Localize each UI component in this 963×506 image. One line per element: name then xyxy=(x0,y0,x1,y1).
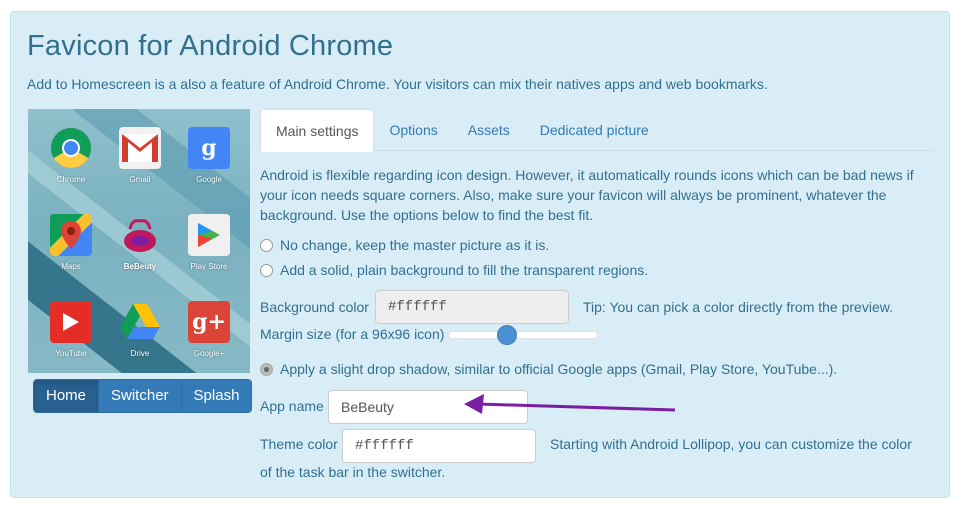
app-youtube: YouTube xyxy=(36,301,106,358)
app-maps: Maps xyxy=(36,214,106,271)
app-label: Drive xyxy=(130,349,150,358)
app-label: YouTube xyxy=(55,349,87,358)
drop-shadow-checkbox[interactable] xyxy=(260,362,273,376)
app-name-label: App name xyxy=(260,398,324,414)
app-chrome: Chrome xyxy=(36,127,106,184)
background-color-input[interactable]: #ffffff xyxy=(375,290,569,324)
option-no-change[interactable]: No change, keep the master picture as it… xyxy=(260,237,549,253)
app-gmail: Gmail xyxy=(105,127,175,184)
google-plus-icon: g+ xyxy=(188,301,230,343)
option-label: Add a solid, plain background to fill th… xyxy=(280,262,649,278)
app-label: Google+ xyxy=(193,349,225,358)
background-color-tip: Tip: You can pick a color directly from … xyxy=(583,299,893,315)
theme-color-label: Theme color xyxy=(260,436,338,452)
android-chrome-panel: Favicon for Android Chrome Add to Homesc… xyxy=(10,11,950,498)
tab-options[interactable]: Options xyxy=(374,109,452,151)
settings-tabs: Main settings Options Assets Dedicated p… xyxy=(260,109,933,152)
app-label: BeBeuty xyxy=(123,262,157,271)
option-label: No change, keep the master picture as it… xyxy=(280,237,550,253)
app-label: Maps xyxy=(61,262,81,271)
margin-slider-handle[interactable] xyxy=(496,325,517,345)
gmail-icon xyxy=(119,127,161,169)
option-drop-shadow[interactable]: Apply a slight drop shadow, similar to o… xyxy=(260,361,837,377)
homescreen-preview[interactable]: Chrome Gmail g Google Maps BeBeuty Play … xyxy=(28,109,250,373)
margin-size-label: Margin size (for a 96x96 icon) xyxy=(260,326,445,342)
splash-button[interactable]: Splash xyxy=(181,380,252,412)
option-solid-background[interactable]: Add a solid, plain background to fill th… xyxy=(260,262,648,278)
google-icon: g xyxy=(188,127,230,169)
app-label: Gmail xyxy=(129,175,151,184)
intro-text: Android is flexible regarding icon desig… xyxy=(260,167,914,223)
youtube-icon xyxy=(50,301,92,343)
theme-color-tip-line2: of the task bar in the switcher. xyxy=(260,464,446,480)
bebeuty-icon xyxy=(119,214,161,256)
tab-main-settings[interactable]: Main settings xyxy=(260,109,375,152)
page-subtitle: Add to Homescreen is a also a feature of… xyxy=(27,76,768,92)
app-google-plus: g+ Google+ xyxy=(174,301,244,358)
drive-icon xyxy=(119,301,161,343)
theme-color-tip-line1: Starting with Android Lollipop, you can … xyxy=(550,436,912,452)
option-label: Apply a slight drop shadow, similar to o… xyxy=(280,361,838,377)
annotation-arrow-icon xyxy=(464,394,676,414)
main-settings-content: Android is flexible regarding icon desig… xyxy=(260,165,940,480)
background-color-label: Background color xyxy=(260,299,369,315)
app-drive: Drive xyxy=(105,301,175,358)
switcher-button[interactable]: Switcher xyxy=(99,380,182,412)
chrome-icon xyxy=(50,127,92,169)
app-bebeuty: BeBeuty xyxy=(105,214,175,271)
app-label: Google xyxy=(196,175,222,184)
app-label: Chrome xyxy=(56,175,86,184)
maps-icon xyxy=(50,214,92,256)
app-label: Play Store xyxy=(190,262,228,271)
preview-mode-buttons: Home Switcher Splash xyxy=(33,379,253,413)
tab-dedicated-picture[interactable]: Dedicated picture xyxy=(525,109,664,151)
app-play-store: Play Store xyxy=(174,214,244,271)
home-button[interactable]: Home xyxy=(34,380,100,412)
page-title: Favicon for Android Chrome xyxy=(27,30,394,62)
no-change-radio[interactable] xyxy=(260,238,273,252)
theme-color-input[interactable]: #ffffff xyxy=(342,429,536,463)
app-google: g Google xyxy=(174,127,244,184)
tab-assets[interactable]: Assets xyxy=(453,109,525,151)
play-store-icon xyxy=(188,214,230,256)
solid-background-radio[interactable] xyxy=(260,263,273,277)
margin-slider-track[interactable] xyxy=(448,331,598,339)
